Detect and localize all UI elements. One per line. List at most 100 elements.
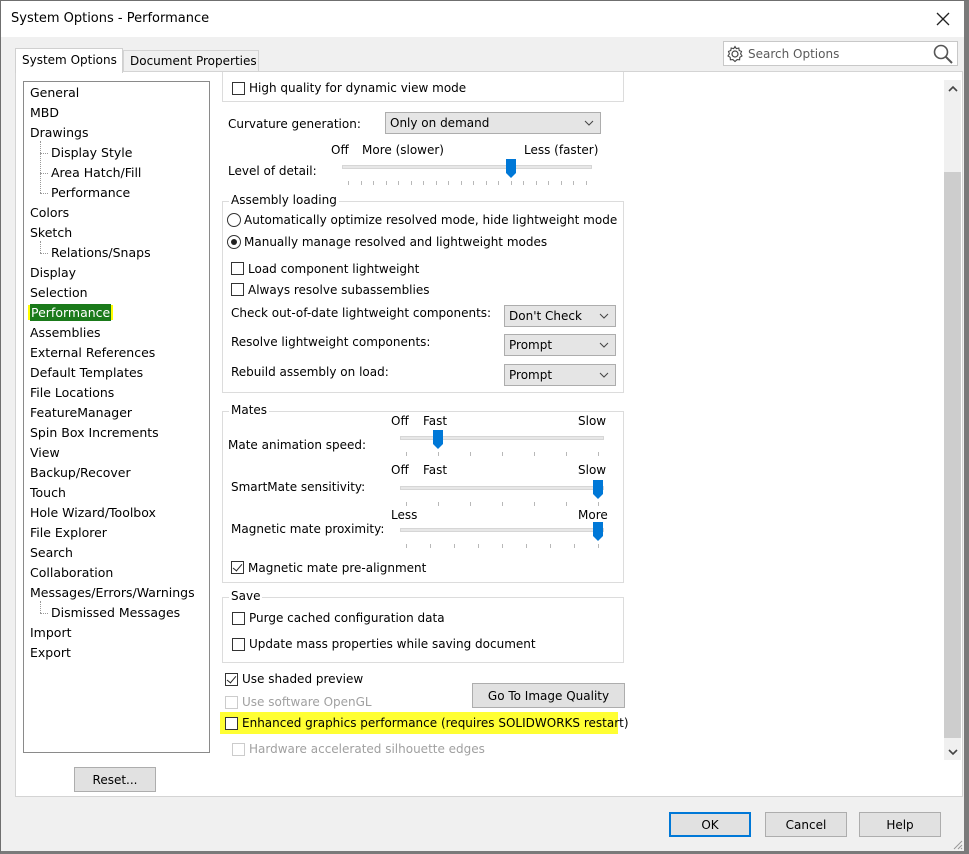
help-button[interactable]: Help	[859, 812, 941, 837]
slider-track[interactable]	[342, 165, 592, 169]
tree-item[interactable]: Dismissed Messages	[51, 603, 180, 623]
tree-item[interactable]: Export	[30, 643, 71, 663]
scrollbar-thumb[interactable]	[944, 172, 961, 738]
magnetic-mate-proximity-slider[interactable]	[400, 522, 604, 548]
tree-item-label: Relations/Snaps	[51, 245, 151, 260]
manual-manage-label: Manually manage resolved and lightweight…	[244, 235, 548, 249]
options-scrollbar[interactable]	[944, 80, 961, 760]
tree-item[interactable]: Sketch	[30, 223, 72, 243]
tree-item[interactable]: File Locations	[30, 383, 114, 403]
smartmate-sensitivity-slider[interactable]	[400, 480, 604, 506]
tree-item-label: Backup/Recover	[30, 465, 131, 480]
manual-manage-radio[interactable]	[227, 235, 241, 249]
slider-tick	[373, 181, 375, 185]
purge-cached-checkbox[interactable]	[232, 612, 245, 625]
mate-speed-off-label: Off	[391, 414, 409, 428]
update-mass-checkbox[interactable]	[232, 638, 245, 651]
tree-item[interactable]: Spin Box Increments	[30, 423, 159, 443]
slider-thumb[interactable]	[505, 159, 517, 179]
cancel-button[interactable]: Cancel	[765, 812, 847, 837]
slider-thumb[interactable]	[432, 430, 444, 450]
tree-item[interactable]: Colors	[30, 203, 69, 223]
tree-item[interactable]: Messages/Errors/Warnings	[30, 583, 195, 603]
tree-item-label: Area Hatch/Fill	[51, 165, 142, 180]
resize-grip-icon[interactable]	[951, 838, 963, 850]
tree-item[interactable]: Drawings	[30, 123, 89, 143]
pre-alignment-checkbox[interactable]	[231, 561, 244, 574]
tree-item[interactable]: Selection	[30, 283, 88, 303]
slider-tick	[485, 181, 487, 185]
curvature-select[interactable]: Only on demand	[385, 112, 601, 134]
always-resolve-label: Always resolve subassemblies	[248, 283, 430, 297]
high-quality-dynamic-checkbox[interactable]	[232, 82, 245, 95]
tree-item[interactable]: Performance	[28, 303, 114, 323]
chevron-down-icon	[599, 313, 609, 319]
tree-item[interactable]: Area Hatch/Fill	[51, 163, 141, 183]
slider-tick	[598, 544, 599, 548]
tree-item[interactable]: View	[30, 443, 60, 463]
load-lightweight-checkbox[interactable]	[231, 262, 244, 275]
slider-tick	[550, 544, 551, 548]
tree-item[interactable]: General	[30, 83, 79, 103]
slider-track[interactable]	[400, 486, 604, 490]
tree-item-label: View	[30, 445, 60, 460]
tree-item[interactable]: Touch	[30, 483, 66, 503]
tree-item[interactable]: Default Templates	[30, 363, 143, 383]
shaded-preview-label: Use shaded preview	[242, 672, 364, 686]
system-options-panel: General MBD Drawings Display Style Area Hatc…	[15, 71, 963, 797]
tree-item[interactable]: Backup/Recover	[30, 463, 131, 483]
search-icon[interactable]	[932, 43, 954, 65]
check-outdated-select[interactable]: Don't Check	[504, 305, 616, 327]
search-options-field[interactable]: Search Options	[723, 41, 958, 66]
ok-button[interactable]: OK	[669, 812, 751, 837]
tree-item[interactable]: Performance	[51, 183, 130, 203]
chevron-down-icon	[599, 342, 609, 348]
tab-document-properties[interactable]: Document Properties	[123, 50, 259, 72]
level-of-detail-slider[interactable]	[342, 159, 592, 185]
search-placeholder: Search Options	[748, 47, 840, 61]
slider-thumb[interactable]	[592, 480, 604, 500]
scroll-down-button[interactable]	[944, 743, 961, 760]
enhanced-graphics-checkbox[interactable]	[225, 717, 238, 730]
tree-item[interactable]: External References	[30, 343, 155, 363]
scroll-up-button[interactable]	[944, 80, 961, 97]
go-to-image-quality-button[interactable]: Go To Image Quality	[472, 683, 625, 708]
tree-connector	[40, 193, 48, 194]
tree-item[interactable]: File Explorer	[30, 523, 107, 543]
tree-item[interactable]: Search	[30, 543, 73, 563]
tree-item[interactable]: Import	[30, 623, 72, 643]
assembly-loading-title: Assembly loading	[229, 193, 339, 207]
close-button[interactable]	[928, 5, 958, 33]
performance-options: High quality for dynamic view mode Curva…	[216, 72, 938, 760]
lod-label: Level of detail:	[228, 164, 317, 178]
slider-tick	[435, 181, 437, 185]
tree-item[interactable]: Display	[30, 263, 76, 283]
tree-item[interactable]: Hole Wizard/Toolbox	[30, 503, 156, 523]
slider-track[interactable]	[400, 436, 604, 440]
tree-item[interactable]: Collaboration	[30, 563, 113, 583]
gear-icon[interactable]	[726, 45, 744, 63]
system-options-dialog: System Options - Performance System Opti…	[0, 0, 969, 854]
slider-tick	[510, 181, 512, 185]
hw-silhouette-checkbox[interactable]	[232, 743, 245, 756]
tree-item[interactable]: Display Style	[51, 143, 132, 163]
tree-item[interactable]: Relations/Snaps	[51, 243, 151, 263]
tree-item-label: Colors	[30, 205, 70, 220]
resolve-lightweight-select[interactable]: Prompt	[504, 334, 616, 356]
tree-item[interactable]: Assemblies	[30, 323, 101, 343]
tree-item[interactable]: MBD	[30, 103, 59, 123]
tab-system-options[interactable]: System Options	[15, 48, 123, 73]
always-resolve-checkbox[interactable]	[231, 283, 244, 296]
tree-item-label: MBD	[30, 105, 59, 120]
lod-more-label: More (slower)	[362, 143, 444, 157]
tree-item[interactable]: FeatureManager	[30, 403, 132, 423]
auto-optimize-radio[interactable]	[227, 213, 241, 227]
reset-button[interactable]: Reset...	[74, 767, 156, 792]
mate-animation-speed-slider[interactable]	[400, 430, 604, 456]
rebuild-on-load-select[interactable]: Prompt	[504, 364, 616, 386]
software-opengl-checkbox[interactable]	[225, 696, 238, 709]
slider-track[interactable]	[400, 528, 604, 532]
slider-tick	[470, 502, 471, 506]
shaded-preview-checkbox[interactable]	[225, 673, 238, 686]
slider-thumb[interactable]	[592, 522, 604, 542]
